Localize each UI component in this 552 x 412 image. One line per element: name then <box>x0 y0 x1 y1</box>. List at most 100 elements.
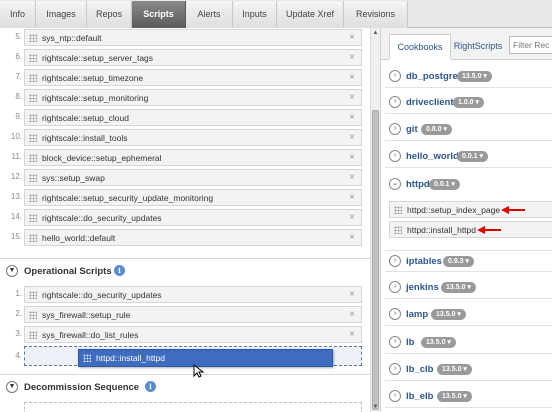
version-badge[interactable]: 13.5.0 ▾ <box>421 337 456 348</box>
collapse-chevron-icon[interactable]: ▼ <box>6 381 18 393</box>
version-badge[interactable]: 13.5.0 ▾ <box>457 71 492 82</box>
script-item[interactable]: sys::setup_swap × <box>24 169 362 186</box>
script-item[interactable]: sys_firewall::setup_rule × <box>24 306 362 323</box>
tab-scripts[interactable]: Scripts <box>132 1 186 28</box>
tab-rightscripts[interactable]: RightScripts <box>451 34 505 60</box>
scrollbar-thumb[interactable] <box>372 110 379 410</box>
recipe-item[interactable]: httpd::setup_index_page <box>389 201 552 218</box>
tab-revisions[interactable]: Revisions <box>344 1 408 28</box>
tab-info[interactable]: Info <box>0 1 36 28</box>
script-item[interactable]: block_device::setup_ephemeral × <box>24 149 362 166</box>
drag-handle-icon[interactable] <box>29 74 37 82</box>
remove-icon[interactable]: × <box>349 212 355 223</box>
script-item[interactable]: rightscale::setup_cloud × <box>24 109 362 126</box>
remove-icon[interactable]: × <box>349 172 355 183</box>
drag-handle-icon[interactable] <box>29 214 37 222</box>
decommission-drop-zone[interactable] <box>24 402 362 412</box>
recipe-item[interactable]: httpd::install_httpd <box>389 221 552 238</box>
remove-icon[interactable]: × <box>349 192 355 203</box>
remove-icon[interactable]: × <box>349 92 355 103</box>
tab-repos[interactable]: Repos <box>87 1 132 28</box>
cookbook-row-lb-elb[interactable]: › lb_elb 13.5.0 ▾ <box>385 386 552 408</box>
expand-chevron-icon[interactable]: › <box>389 255 401 267</box>
drag-handle-icon[interactable] <box>29 174 37 182</box>
version-badge[interactable]: 13.5.0 ▾ <box>437 391 472 402</box>
drag-handle-icon[interactable] <box>394 206 402 214</box>
scroll-up-icon[interactable]: ▲ <box>371 28 380 38</box>
script-item[interactable]: rightscale::setup_monitoring × <box>24 89 362 106</box>
version-badge[interactable]: 0.0.1 ▾ <box>457 151 489 162</box>
tab-update-xref[interactable]: Update Xref <box>277 1 344 28</box>
version-badge[interactable]: 13.5.0 ▾ <box>437 364 472 375</box>
remove-icon[interactable]: × <box>349 52 355 63</box>
decommission-sequence-header[interactable]: ▼ Decommission Sequence i <box>0 374 370 398</box>
tab-alerts[interactable]: Alerts <box>186 1 233 28</box>
expand-chevron-icon[interactable]: › <box>389 363 401 375</box>
expand-chevron-icon[interactable]: › <box>389 390 401 402</box>
cookbook-row-lamp[interactable]: › lamp 13.5.0 ▾ <box>385 304 552 326</box>
expand-chevron-icon[interactable]: › <box>389 96 401 108</box>
cookbook-row-httpd[interactable]: ⌄ httpd 0.0.1 ▾ <box>385 174 552 196</box>
drag-handle-icon[interactable] <box>29 291 37 299</box>
script-item[interactable]: sys_firewall::do_list_rules × <box>24 326 362 343</box>
script-item[interactable]: rightscale::install_tools × <box>24 129 362 146</box>
drag-handle-icon[interactable] <box>394 226 402 234</box>
script-item[interactable]: sys_ntp::default × <box>24 29 362 46</box>
version-badge[interactable]: 13.5.0 ▾ <box>431 309 466 320</box>
cookbook-row-git[interactable]: › git 0.8.0 ▾ <box>385 119 552 141</box>
cookbook-row-jenkins[interactable]: › jenkins 13.5.0 ▾ <box>385 277 552 299</box>
remove-icon[interactable]: × <box>349 329 355 340</box>
remove-icon[interactable]: × <box>349 32 355 43</box>
cookbook-row-lb[interactable]: › lb 13.5.0 ▾ <box>385 332 552 354</box>
cookbook-row-iptables[interactable]: › iptables 0.9.3 ▾ <box>385 250 552 272</box>
tab-images[interactable]: Images <box>36 1 87 28</box>
script-item[interactable]: hello_world::default × <box>24 229 362 246</box>
info-icon[interactable]: i <box>145 381 156 392</box>
expand-chevron-icon[interactable]: › <box>389 336 401 348</box>
drag-handle-icon[interactable] <box>83 354 91 362</box>
scrollbar[interactable]: ▲ ▼ <box>370 28 380 412</box>
expand-chevron-icon[interactable]: › <box>389 150 401 162</box>
version-badge[interactable]: 1.0.0 ▾ <box>453 97 485 108</box>
drag-handle-icon[interactable] <box>29 311 37 319</box>
drag-handle-icon[interactable] <box>29 94 37 102</box>
tab-inputs[interactable]: Inputs <box>233 1 277 28</box>
script-item[interactable]: rightscale::do_security_updates × <box>24 209 362 226</box>
drag-handle-icon[interactable] <box>29 234 37 242</box>
filter-recipes-input[interactable] <box>509 36 552 54</box>
cookbook-row-db-postgres[interactable]: › db_postgres 13.5.0 ▾ <box>385 66 552 88</box>
collapse-chevron-icon[interactable]: ⌄ <box>389 178 401 190</box>
version-badge[interactable]: 0.0.1 ▾ <box>429 179 461 190</box>
drag-handle-icon[interactable] <box>29 154 37 162</box>
info-icon[interactable]: i <box>114 265 125 276</box>
version-badge[interactable]: 0.9.3 ▾ <box>443 256 475 267</box>
expand-chevron-icon[interactable]: › <box>389 308 401 320</box>
drag-handle-icon[interactable] <box>29 331 37 339</box>
drag-handle-icon[interactable] <box>29 114 37 122</box>
expand-chevron-icon[interactable]: › <box>389 70 401 82</box>
script-item[interactable]: rightscale::setup_security_update_monito… <box>24 189 362 206</box>
tab-cookbooks[interactable]: Cookbooks <box>389 34 451 60</box>
cookbook-row-hello-world[interactable]: › hello_world 0.0.1 ▾ <box>385 146 552 168</box>
dragging-recipe[interactable]: httpd::install_httpd <box>78 349 333 367</box>
remove-icon[interactable]: × <box>349 152 355 163</box>
remove-icon[interactable]: × <box>349 309 355 320</box>
remove-icon[interactable]: × <box>349 232 355 243</box>
version-badge[interactable]: 13.5.0 ▾ <box>441 282 476 293</box>
remove-icon[interactable]: × <box>349 289 355 300</box>
remove-icon[interactable]: × <box>349 72 355 83</box>
operational-scripts-header[interactable]: ▼ Operational Scripts i <box>0 258 370 282</box>
cookbook-row-driveclient[interactable]: › driveclient 1.0.0 ▾ <box>385 92 552 114</box>
scroll-down-icon[interactable]: ▼ <box>371 402 380 412</box>
drag-handle-icon[interactable] <box>29 54 37 62</box>
version-badge[interactable]: 0.8.0 ▾ <box>421 124 453 135</box>
drag-handle-icon[interactable] <box>29 34 37 42</box>
drag-handle-icon[interactable] <box>29 194 37 202</box>
expand-chevron-icon[interactable]: › <box>389 281 401 293</box>
remove-icon[interactable]: × <box>349 132 355 143</box>
collapse-chevron-icon[interactable]: ▼ <box>6 265 18 277</box>
script-item[interactable]: rightscale::do_security_updates × <box>24 286 362 303</box>
remove-icon[interactable]: × <box>349 112 355 123</box>
expand-chevron-icon[interactable]: › <box>389 123 401 135</box>
script-item[interactable]: rightscale::setup_server_tags × <box>24 49 362 66</box>
